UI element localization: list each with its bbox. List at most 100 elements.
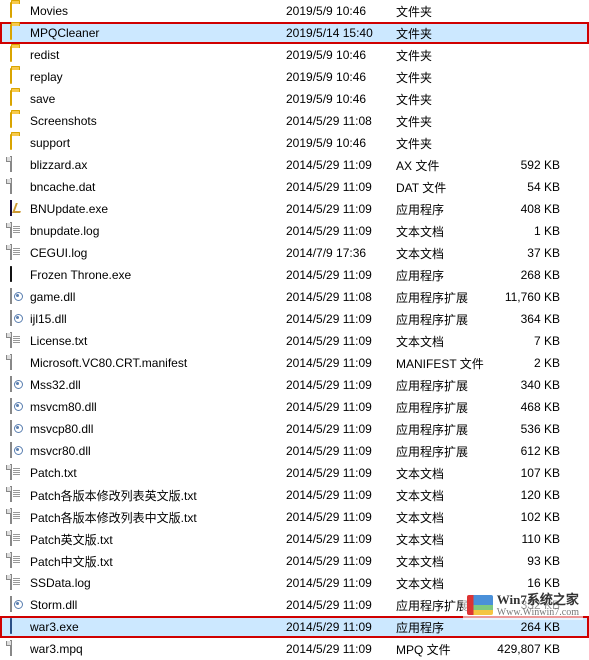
file-icon-cell [8,487,28,503]
file-size: 592 KB [492,158,572,172]
file-date: 2019/5/9 10:46 [286,48,396,62]
folder-icon [10,69,26,85]
file-date: 2014/5/29 11:09 [286,510,396,524]
file-type: MPQ 文件 [396,641,492,658]
file-name: support [28,136,286,150]
file-row[interactable]: Patch.txt2014/5/29 11:09文本文档107 KB [0,462,589,484]
file-icon-cell [8,25,28,41]
file-type: 应用程序 [396,201,492,218]
file-type: 应用程序扩展 [396,377,492,394]
file-date: 2014/5/29 11:09 [286,444,396,458]
folder-icon [10,91,26,107]
file-name: SSData.log [28,576,286,590]
file-row[interactable]: msvcp80.dll2014/5/29 11:09应用程序扩展536 KB [0,418,589,440]
text-file-icon [10,465,26,481]
file-name: MPQCleaner [28,26,286,40]
file-type: 文件夹 [396,25,492,42]
file-row[interactable]: BNUpdate.exe2014/5/29 11:09应用程序408 KB [0,198,589,220]
file-size: 102 KB [492,510,572,524]
file-type: 应用程序扩展 [396,421,492,438]
file-size: 37 KB [492,246,572,260]
file-name: save [28,92,286,106]
file-name: Movies [28,4,286,18]
file-row[interactable]: msvcm80.dll2014/5/29 11:09应用程序扩展468 KB [0,396,589,418]
file-type: 文本文档 [396,245,492,262]
file-row[interactable]: ijl15.dll2014/5/29 11:09应用程序扩展364 KB [0,308,589,330]
file-row[interactable]: Frozen Throne.exe2014/5/29 11:09应用程序268 … [0,264,589,286]
file-row[interactable]: Patch各版本修改列表中文版.txt2014/5/29 11:09文本文档10… [0,506,589,528]
file-row[interactable]: war3.exe2014/5/29 11:09应用程序264 KB [0,616,589,638]
file-icon-cell [8,179,28,195]
file-icon-cell [8,113,28,129]
file-type: MANIFEST 文件 [396,355,492,372]
file-type: 文本文档 [396,553,492,570]
file-size: 429,807 KB [492,642,572,656]
file-row[interactable]: support2019/5/9 10:46文件夹 [0,132,589,154]
file-icon-cell [8,289,28,305]
file-type: 文本文档 [396,333,492,350]
file-row[interactable]: blizzard.ax2014/5/29 11:09AX 文件592 KB [0,154,589,176]
file-icon-cell [8,377,28,393]
file-row[interactable]: redist2019/5/9 10:46文件夹 [0,44,589,66]
file-row[interactable]: game.dll2014/5/29 11:08应用程序扩展11,760 KB [0,286,589,308]
file-row[interactable]: Patch各版本修改列表英文版.txt2014/5/29 11:09文本文档12… [0,484,589,506]
file-date: 2014/5/29 11:09 [286,598,396,612]
file-row[interactable]: replay2019/5/9 10:46文件夹 [0,66,589,88]
file-row[interactable]: Movies2019/5/9 10:46文件夹 [0,0,589,22]
file-type: DAT 文件 [396,179,492,196]
file-name: bncache.dat [28,180,286,194]
file-date: 2014/5/29 11:09 [286,532,396,546]
file-name: Patch中文版.txt [28,553,286,570]
file-icon [10,641,26,657]
dll-icon [10,311,26,327]
file-row[interactable]: Patch中文版.txt2014/5/29 11:09文本文档93 KB [0,550,589,572]
file-name: replay [28,70,286,84]
file-date: 2014/5/29 11:09 [286,466,396,480]
file-icon-cell [8,69,28,85]
file-icon-cell [8,619,28,635]
file-name: war3.mpq [28,642,286,656]
file-type: 文本文档 [396,509,492,526]
file-row[interactable]: SSData.log2014/5/29 11:09文本文档16 KB [0,572,589,594]
file-name: Patch各版本修改列表中文版.txt [28,509,286,526]
file-name: Mss32.dll [28,378,286,392]
file-row[interactable]: save2019/5/9 10:46文件夹 [0,88,589,110]
file-date: 2014/5/29 11:09 [286,422,396,436]
file-row[interactable]: CEGUI.log2014/7/9 17:36文本文档37 KB [0,242,589,264]
file-icon-cell [8,311,28,327]
file-icon-cell [8,553,28,569]
file-name: CEGUI.log [28,246,286,260]
file-date: 2014/5/29 11:08 [286,290,396,304]
text-file-icon [10,245,26,261]
file-row[interactable]: war3.mpq2014/5/29 11:09MPQ 文件429,807 KB [0,638,589,660]
file-type: AX 文件 [396,157,492,174]
file-name: Storm.dll [28,598,286,612]
file-row[interactable]: msvcr80.dll2014/5/29 11:09应用程序扩展612 KB [0,440,589,462]
file-row[interactable]: bnupdate.log2014/5/29 11:09文本文档1 KB [0,220,589,242]
file-type: 文本文档 [396,575,492,592]
file-date: 2014/7/9 17:36 [286,246,396,260]
file-size: 7 KB [492,334,572,348]
file-date: 2014/5/29 11:09 [286,554,396,568]
file-type: 文本文档 [396,487,492,504]
file-row[interactable]: bncache.dat2014/5/29 11:09DAT 文件54 KB [0,176,589,198]
file-row[interactable]: Patch英文版.txt2014/5/29 11:09文本文档110 KB [0,528,589,550]
file-icon-cell [8,3,28,19]
file-size: 107 KB [492,466,572,480]
file-type: 文本文档 [396,531,492,548]
file-date: 2019/5/9 10:46 [286,136,396,150]
text-file-icon [10,223,26,239]
file-row[interactable]: Mss32.dll2014/5/29 11:09应用程序扩展340 KB [0,374,589,396]
dll-icon [10,289,26,305]
file-row[interactable]: License.txt2014/5/29 11:09文本文档7 KB [0,330,589,352]
file-type: 应用程序扩展 [396,443,492,460]
file-type: 文件夹 [396,113,492,130]
file-row[interactable]: Microsoft.VC80.CRT.manifest2014/5/29 11:… [0,352,589,374]
file-row[interactable]: MPQCleaner2019/5/14 15:40文件夹 [0,22,589,44]
text-file-icon [10,333,26,349]
file-date: 2014/5/29 11:09 [286,312,396,326]
file-row[interactable]: Storm.dll2014/5/29 11:09应用程序扩展332 KB [0,594,589,616]
file-size: 11,760 KB [492,290,572,304]
file-date: 2014/5/29 11:09 [286,202,396,216]
file-row[interactable]: Screenshots2014/5/29 11:08文件夹 [0,110,589,132]
